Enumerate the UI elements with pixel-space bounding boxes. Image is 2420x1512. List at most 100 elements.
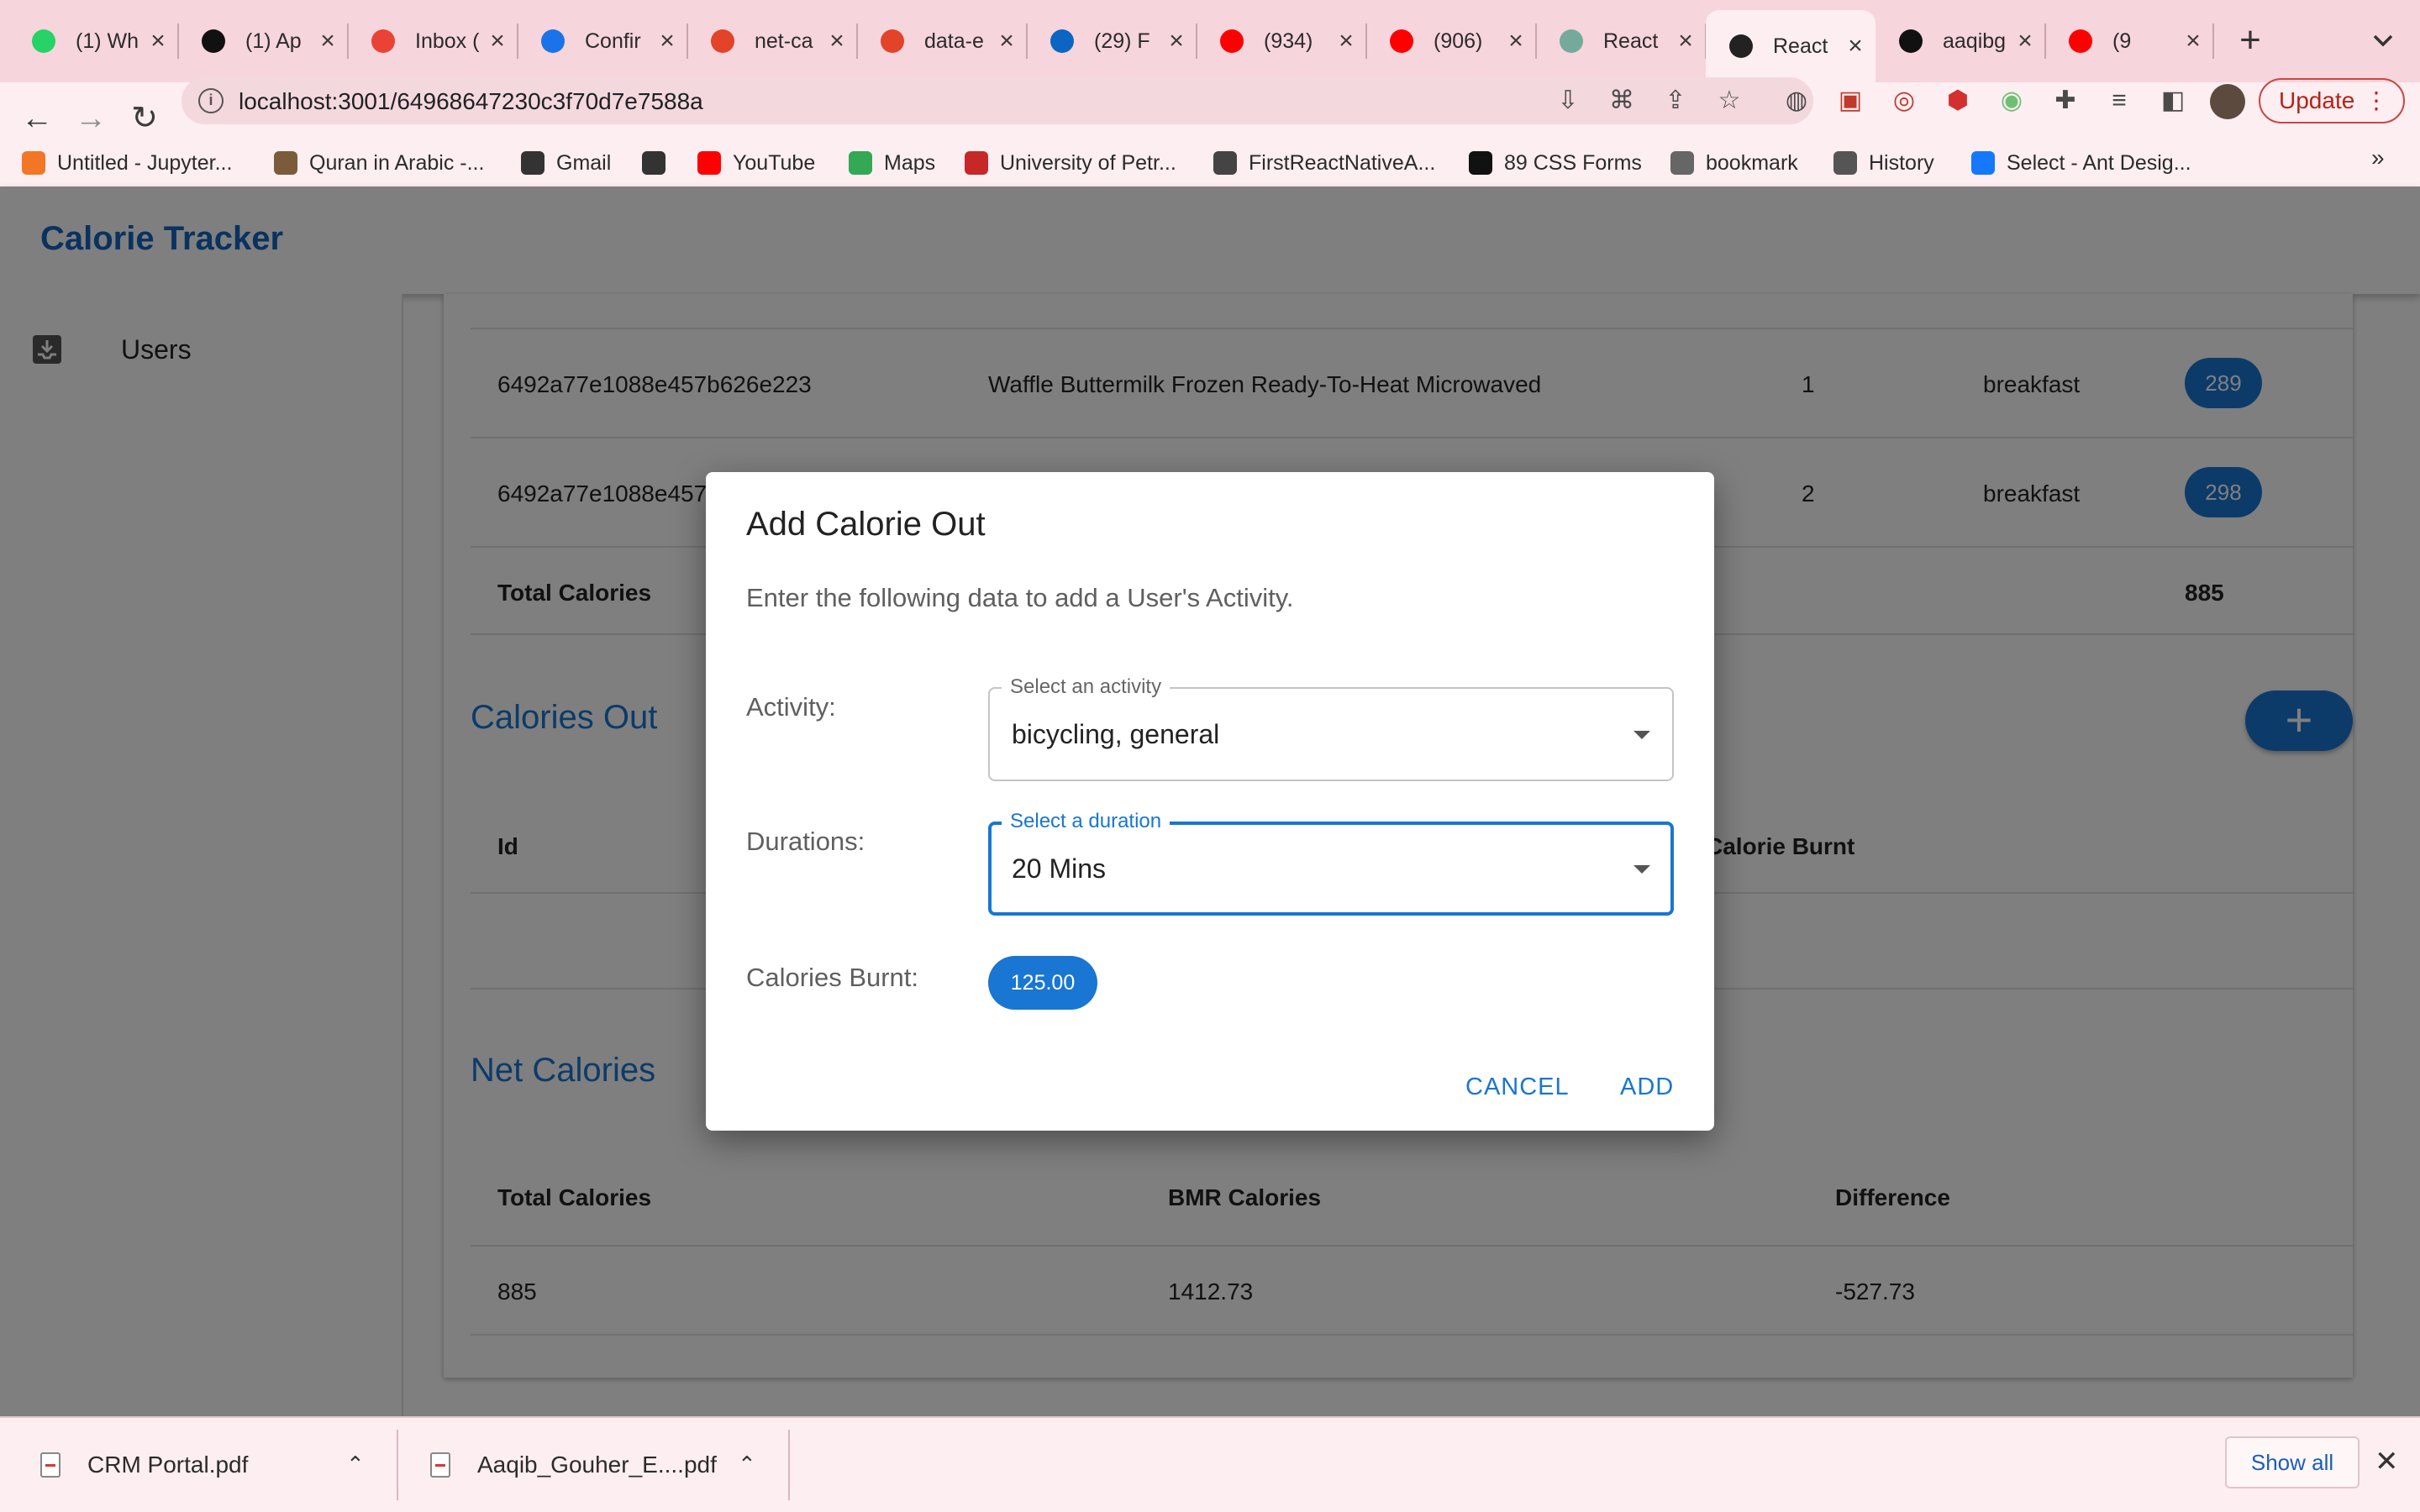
site-info-icon[interactable]: i [198,88,224,113]
chevron-up-icon[interactable]: ⌃ [738,1452,756,1478]
close-icon[interactable]: ✕ [2375,1445,2399,1478]
download-item[interactable]: CRM Portal.pdf [40,1440,248,1490]
back-arrow-icon[interactable]: ← [17,99,57,139]
bookmark-item[interactable]: Untitled - Jupyter... [22,143,232,183]
activity-select[interactable]: Select an activity bicycling, general [988,675,1674,781]
add-button[interactable]: ADD [1620,1074,1674,1101]
ant-design-icon [1971,151,1995,175]
gitlab-icon [711,29,734,53]
browser-tab[interactable]: React × [1706,10,1876,82]
youtube-icon [1220,29,1244,53]
update-button[interactable]: Update ⋮ [2259,78,2405,123]
extension-picture-icon[interactable]: ▣ [1835,86,1865,116]
tab-close-icon[interactable]: × [822,27,852,55]
tab-title: aaqibg [1943,29,2007,53]
bookmark-item[interactable]: bookmark [1670,143,1798,183]
tab-close-icon[interactable]: × [992,27,1022,55]
tab-close-icon[interactable]: × [313,27,343,55]
more-bookmarks-icon[interactable]: » [2371,144,2385,171]
tab-search-icon[interactable] [2368,25,2398,55]
bookmark-label: YouTube [733,150,816,175]
tab-title: React [1603,29,1659,53]
pdf-file-icon [40,1452,60,1478]
bookmark-item[interactable]: Gmail [521,143,611,183]
share-icon[interactable]: ⇪ [1660,86,1691,116]
bookmark-label: Quran in Arabic -... [309,150,485,175]
bookmark-star-icon[interactable]: ☆ [1714,86,1744,116]
pdf-file-icon [430,1452,450,1478]
tab-close-icon[interactable]: × [2178,27,2208,55]
reload-icon[interactable]: ↻ [124,99,165,139]
duration-select[interactable]: Select a duration 20 Mins [988,810,1674,916]
globe-icon [642,151,666,175]
tab-title: React [1773,34,1828,58]
browser-tab[interactable]: (9 × [2045,10,2214,72]
browser-tab[interactable]: (1) Ap × [178,10,349,72]
chevron-up-icon[interactable]: ⌃ [346,1452,365,1478]
bookmark-item[interactable]: 89 CSS Forms [1469,143,1642,183]
bookmark-item[interactable]: University of Petr... [965,143,1176,183]
maps-icon [849,151,872,175]
youtube-icon [1390,29,1413,53]
activity-value: bicycling, general [1012,719,1220,749]
bookmark-label: FirstReactNativeA... [1249,150,1436,175]
download-item[interactable]: Aaqib_Gouher_E....pdf [430,1440,717,1490]
tab-close-icon[interactable]: × [652,27,682,55]
bookmark-item[interactable]: YouTube [697,143,815,183]
tab-close-icon[interactable]: × [1670,27,1701,55]
browser-tab[interactable]: (906) × [1366,10,1537,72]
linkedin-icon [1050,29,1074,53]
tab-close-icon[interactable]: × [143,27,173,55]
bookmark-item[interactable] [642,143,677,183]
bookmark-label: Untitled - Jupyter... [57,150,233,175]
chevron-down-icon [1634,731,1650,739]
show-all-button[interactable]: Show all [2225,1436,2360,1488]
install-icon[interactable]: ⇩ [1553,86,1583,116]
extension-adblock-icon[interactable]: ⬢ [1943,86,1973,116]
tab-title: (9 [2112,29,2132,53]
extension-capture-icon[interactable]: ◎ [1889,86,1919,116]
extension-color-icon[interactable]: ◉ [1996,86,2027,116]
more-menu-icon[interactable]: ⋮ [2365,87,2388,114]
extensions-puzzle-icon[interactable]: ✚ [2050,86,2081,116]
browser-tab[interactable]: (1) Wh × [8,10,179,72]
tab-title: (1) Wh [76,29,139,53]
jupyter-icon [22,151,45,175]
forward-arrow-icon[interactable]: → [71,99,111,139]
cancel-button[interactable]: CANCEL [1465,1074,1570,1101]
browser-tab[interactable]: (29) F × [1027,10,1197,72]
browser-tab[interactable]: net-ca × [687,10,858,72]
profile-avatar[interactable] [2210,84,2245,119]
tab-close-icon[interactable]: × [1161,27,1192,55]
url-text[interactable]: localhost:3001/64968647230c3f70d7e7588a [239,88,703,115]
side-panel-icon[interactable]: ◧ [2158,86,2188,116]
tab-title: Confir [585,29,641,53]
openai-icon [1560,29,1583,53]
extension-globe-icon[interactable]: ◍ [1781,86,1812,116]
browser-tab[interactable]: (934) × [1197,10,1367,72]
browser-tab[interactable]: aaqibg × [1876,10,2046,72]
bookmark-item[interactable]: Quran in Arabic -... [274,143,484,183]
translate-icon[interactable]: ⌘ [1607,86,1637,116]
gitlab-icon [881,29,904,53]
tab-close-icon[interactable]: × [1331,27,1361,55]
browser-tab[interactable]: React × [1536,10,1707,72]
bookmark-label: Maps [884,150,936,175]
bookmark-item[interactable]: FirstReactNativeA... [1213,143,1435,183]
tab-close-icon[interactable]: × [1840,32,1870,60]
bookmark-item[interactable]: Select - Ant Desig... [1971,143,2191,183]
add-calorie-out-dialog [706,472,1714,1131]
media-control-icon[interactable]: ≡ [2104,86,2134,116]
bookmark-label: 89 CSS Forms [1504,150,1642,175]
browser-tab[interactable]: Confir × [518,10,688,72]
bookmark-item[interactable]: Maps [849,143,935,183]
browser-tab[interactable]: data-e × [857,10,1028,72]
browser-tab[interactable]: Inbox (× [348,10,518,72]
tab-close-icon[interactable]: × [1501,27,1531,55]
duration-value: 20 Mins [1012,853,1107,884]
tab-close-icon[interactable]: × [2010,27,2040,55]
new-tab-button[interactable]: + [2227,18,2274,66]
tab-close-icon[interactable]: × [482,27,513,55]
chevron-down-icon [1634,865,1650,874]
bookmark-item[interactable]: History [1833,143,1934,183]
